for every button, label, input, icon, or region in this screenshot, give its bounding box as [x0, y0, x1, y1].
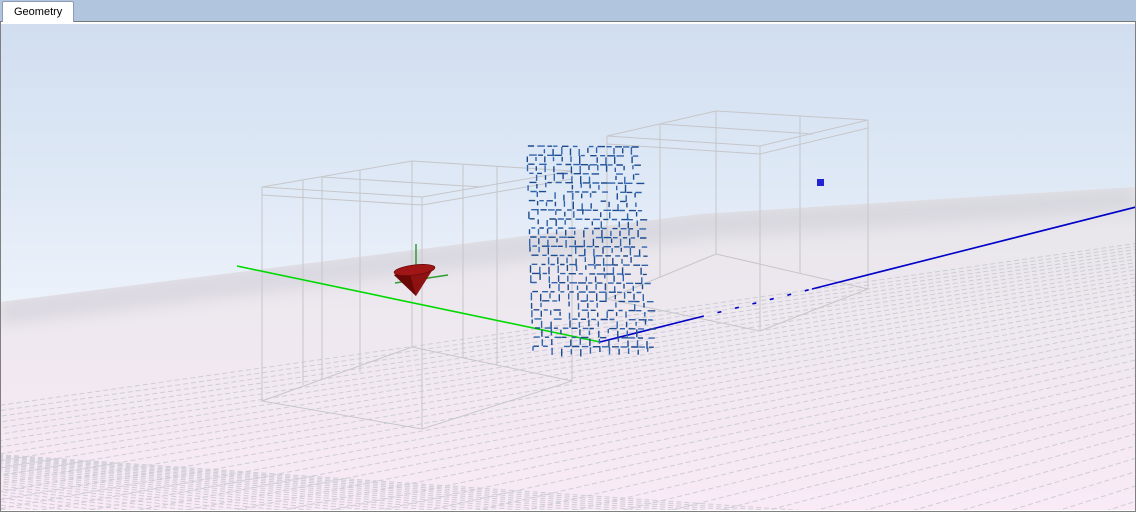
application-window: Geometry [0, 0, 1136, 512]
viewport-canvas[interactable] [1, 24, 1135, 510]
tab-geometry[interactable]: Geometry [2, 1, 74, 22]
tab-geometry-label: Geometry [14, 6, 62, 18]
tab-bar: Geometry [0, 0, 1136, 22]
geometry-viewport[interactable] [0, 22, 1136, 512]
scene-3d[interactable] [1, 24, 1135, 510]
point-marker[interactable] [817, 179, 824, 186]
